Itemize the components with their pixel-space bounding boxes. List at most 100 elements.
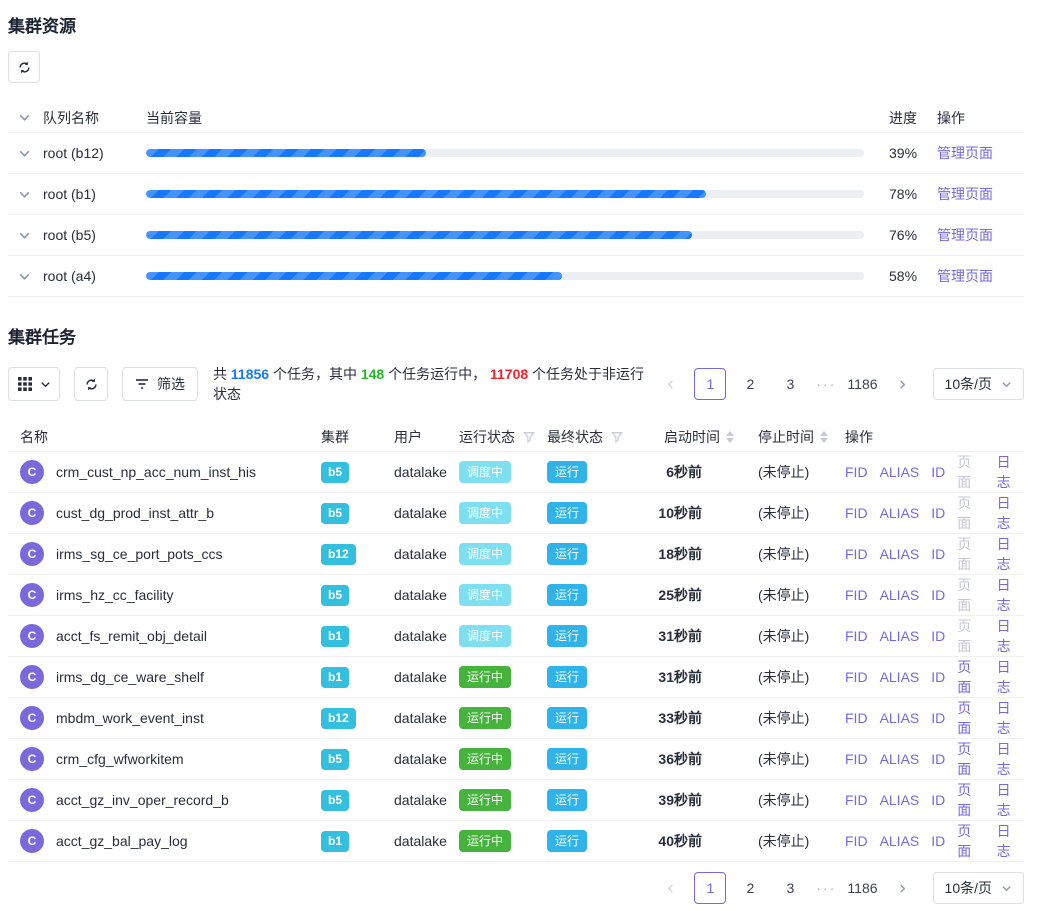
id-link[interactable]: ID — [931, 710, 945, 726]
tasks-summary: 共 11856 个任务，其中 148 个任务运行中， 11708 个任务处于非运… — [213, 364, 654, 404]
pagination-prev-button[interactable] — [654, 368, 686, 400]
pagination-page-2[interactable]: 2 — [734, 872, 766, 904]
pagination-page-last[interactable]: 1186 — [846, 368, 878, 400]
pagination-page-2[interactable]: 2 — [734, 368, 766, 400]
alias-link[interactable]: ALIAS — [880, 669, 920, 685]
page-link[interactable]: 页面 — [957, 452, 984, 492]
id-link[interactable]: ID — [931, 628, 945, 644]
page-link[interactable]: 页面 — [957, 575, 984, 615]
cluster-badge: b1 — [321, 831, 349, 852]
task-user: datalake — [394, 710, 459, 726]
page-link[interactable]: 页面 — [957, 534, 984, 574]
log-link[interactable]: 日志 — [997, 493, 1024, 533]
id-link[interactable]: ID — [931, 546, 945, 562]
alias-link[interactable]: ALIAS — [880, 546, 920, 562]
task-user: datalake — [394, 628, 459, 644]
fid-link[interactable]: FID — [845, 464, 868, 480]
id-link[interactable]: ID — [931, 669, 945, 685]
resources-refresh-button[interactable] — [8, 51, 40, 83]
log-link[interactable]: 日志 — [997, 739, 1024, 779]
task-user: datalake — [394, 546, 459, 562]
sort-icon[interactable] — [820, 431, 828, 443]
page-link[interactable]: 页面 — [957, 821, 984, 861]
alias-link[interactable]: ALIAS — [880, 505, 920, 521]
filter-button[interactable]: 筛选 — [122, 367, 198, 401]
column-settings-button[interactable] — [8, 367, 60, 401]
page-size-select[interactable]: 10条/页 — [933, 872, 1024, 904]
fid-link[interactable]: FID — [845, 628, 868, 644]
not-running-count: 11708 — [490, 366, 528, 382]
id-link[interactable]: ID — [931, 833, 945, 849]
id-link[interactable]: ID — [931, 464, 945, 480]
pagination-ellipsis: ··· — [814, 880, 838, 896]
task-name: cust_dg_prod_inst_attr_b — [56, 505, 214, 521]
log-link[interactable]: 日志 — [997, 657, 1024, 697]
expand-queue-icon[interactable] — [18, 188, 31, 201]
id-link[interactable]: ID — [931, 751, 945, 767]
manage-page-link[interactable]: 管理页面 — [937, 145, 993, 161]
page-link[interactable]: 页面 — [957, 493, 984, 533]
chevron-down-icon — [40, 379, 51, 390]
fid-link[interactable]: FID — [845, 587, 868, 603]
filter-funnel-icon[interactable] — [523, 431, 535, 443]
expand-queue-icon[interactable] — [18, 147, 31, 160]
pagination-page-1[interactable]: 1 — [694, 368, 726, 400]
alias-link[interactable]: ALIAS — [880, 464, 920, 480]
fid-link[interactable]: FID — [845, 833, 868, 849]
pagination-next-button[interactable] — [887, 872, 919, 904]
queue-name: root (a4) — [43, 268, 146, 284]
id-link[interactable]: ID — [931, 587, 945, 603]
page-link[interactable]: 页面 — [957, 739, 984, 779]
fid-link[interactable]: FID — [845, 710, 868, 726]
fid-link[interactable]: FID — [845, 669, 868, 685]
page-size-select[interactable]: 10条/页 — [933, 368, 1024, 400]
expand-queue-icon[interactable] — [18, 270, 31, 283]
alias-link[interactable]: ALIAS — [880, 833, 920, 849]
log-link[interactable]: 日志 — [997, 821, 1024, 861]
pagination-page-last[interactable]: 1186 — [846, 872, 878, 904]
alias-link[interactable]: ALIAS — [880, 792, 920, 808]
pagination-next-button[interactable] — [887, 368, 919, 400]
manage-page-link[interactable]: 管理页面 — [937, 227, 993, 243]
log-link[interactable]: 日志 — [997, 616, 1024, 656]
sort-icon[interactable] — [726, 431, 734, 443]
log-link[interactable]: 日志 — [997, 575, 1024, 615]
alias-link[interactable]: ALIAS — [880, 587, 920, 603]
page-link[interactable]: 页面 — [957, 698, 984, 738]
run-state-badge: 运行中 — [459, 830, 511, 852]
page-link[interactable]: 页面 — [957, 657, 984, 697]
id-link[interactable]: ID — [931, 792, 945, 808]
fid-link[interactable]: FID — [845, 792, 868, 808]
page-link[interactable]: 页面 — [957, 616, 984, 656]
log-link[interactable]: 日志 — [997, 534, 1024, 574]
cluster-badge: b1 — [321, 626, 349, 647]
manage-page-link[interactable]: 管理页面 — [937, 268, 993, 284]
alias-link[interactable]: ALIAS — [880, 751, 920, 767]
log-link[interactable]: 日志 — [997, 698, 1024, 738]
pagination-page-3[interactable]: 3 — [774, 368, 806, 400]
tasks-toolbar: 筛选 共 11856 个任务，其中 148 个任务运行中， 11708 个任务处… — [8, 364, 1024, 404]
tasks-refresh-button[interactable] — [74, 367, 108, 401]
start-time: 33秒前 — [650, 708, 748, 728]
alias-link[interactable]: ALIAS — [880, 710, 920, 726]
run-state-header: 运行状态 — [459, 427, 515, 447]
expand-queue-icon[interactable] — [18, 229, 31, 242]
fid-link[interactable]: FID — [845, 751, 868, 767]
log-link[interactable]: 日志 — [997, 452, 1024, 492]
pagination-page-1[interactable]: 1 — [694, 872, 726, 904]
operation-header: 操作 — [845, 427, 1024, 447]
queue-name: root (b5) — [43, 227, 146, 243]
filter-funnel-icon[interactable] — [611, 431, 623, 443]
pagination-page-3[interactable]: 3 — [774, 872, 806, 904]
fid-link[interactable]: FID — [845, 505, 868, 521]
manage-page-link[interactable]: 管理页面 — [937, 186, 993, 202]
final-state-badge: 运行 — [547, 584, 587, 606]
queue-row: root (b5) 76% 管理页面 — [8, 215, 1024, 256]
pagination-prev-button[interactable] — [654, 872, 686, 904]
id-link[interactable]: ID — [931, 505, 945, 521]
collapse-all-icon[interactable] — [18, 111, 31, 124]
log-link[interactable]: 日志 — [997, 780, 1024, 820]
alias-link[interactable]: ALIAS — [880, 628, 920, 644]
fid-link[interactable]: FID — [845, 546, 868, 562]
page-link[interactable]: 页面 — [957, 780, 984, 820]
